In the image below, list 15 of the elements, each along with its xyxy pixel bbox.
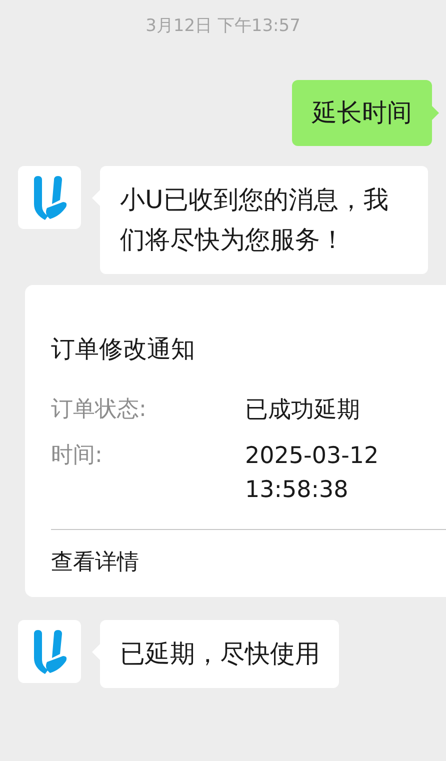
logo-icon <box>32 630 68 674</box>
field-value: 2025-03-12 13:58:38 <box>245 442 380 505</box>
logo-icon <box>32 176 68 220</box>
field-label: 时间: <box>51 442 104 470</box>
message-bubble: 已延期，尽快使用 <box>100 620 339 688</box>
field-label: 订单状态: <box>51 396 148 424</box>
message-bubble: 小U已收到您的消息，我 们将尽快为您服务！ <box>100 166 428 274</box>
avatar[interactable] <box>18 166 81 229</box>
message-bubble: 延长时间 <box>292 80 432 146</box>
field-value: 已成功延期 <box>245 396 361 425</box>
card-title: 订单修改通知 <box>51 334 196 365</box>
bubble-tail <box>432 106 439 120</box>
avatar[interactable] <box>18 620 81 683</box>
details-link[interactable]: 查看详情 <box>51 530 446 597</box>
timestamp: 3月12日 下午13:57 <box>144 15 302 38</box>
